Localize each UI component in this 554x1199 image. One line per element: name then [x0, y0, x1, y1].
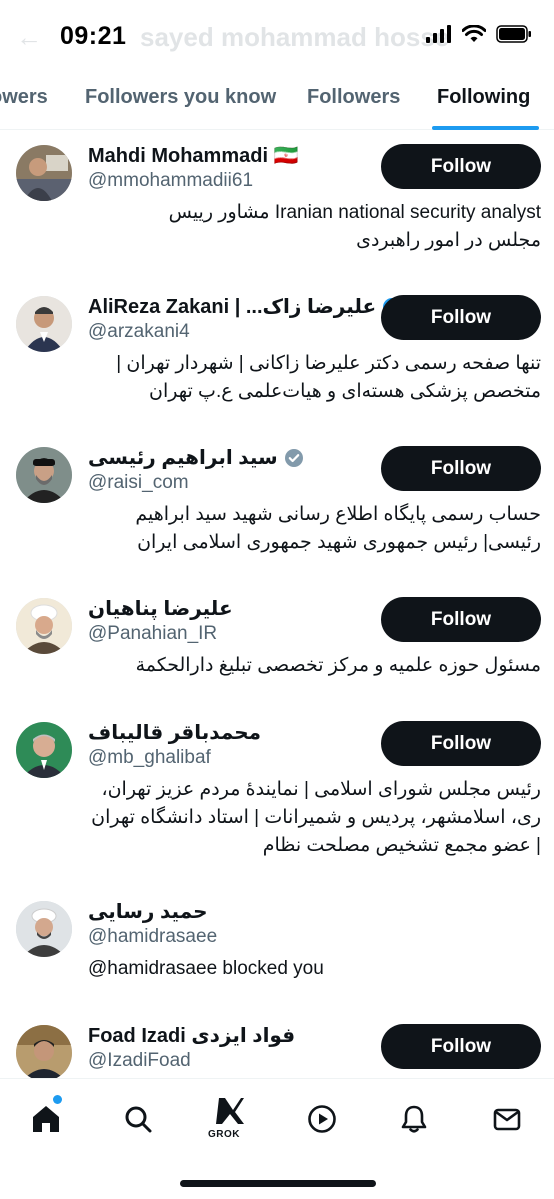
tab-followers-you-know[interactable]: Followers you know [85, 86, 276, 109]
nav-home[interactable] [26, 1099, 66, 1139]
bio-line: مجلس در امور راهبردی [356, 230, 541, 251]
avatar[interactable] [16, 598, 72, 654]
back-arrow-icon[interactable]: ← [16, 22, 42, 52]
follow-button[interactable]: Follow [381, 144, 541, 189]
notifications-icon [401, 1105, 427, 1133]
home-indicator[interactable] [180, 1180, 376, 1187]
display-name[interactable]: Mahdi Mohammadi 🇮🇷 [88, 143, 298, 168]
nav-search[interactable] [118, 1099, 158, 1139]
video-icon [308, 1105, 336, 1133]
bio: حساب رسمی پایگاه اطلاع رسانی شهید سید اب… [88, 501, 541, 557]
grok-icon [216, 1098, 244, 1124]
display-name-text: سید ابراهیم رئیسی [88, 447, 278, 469]
cellular-signal-icon [426, 25, 451, 43]
tab-verified-followers[interactable]: owers [0, 86, 48, 109]
active-tab-indicator [432, 126, 539, 130]
handle: @IzadiFoad [88, 1050, 191, 1071]
bio: مسئول حوزه علمیه و مرکز تخصصی تبلیغ دارا… [88, 652, 541, 680]
handle: @hamidrasaee [88, 926, 218, 947]
bio-line: رئیس مجلس شورای اسلامی | نمایندهٔ مردم ع… [101, 779, 541, 800]
handle: @arzakani4 [88, 321, 190, 342]
search-icon [125, 1106, 152, 1133]
tab-followers[interactable]: Followers [307, 86, 400, 109]
bio: رئیس مجلس شورای اسلامی | نمایندهٔ مردم ع… [88, 776, 541, 860]
handle: @mb_ghalibaf [88, 747, 211, 768]
grok-label: GROK [208, 1129, 240, 1140]
avatar[interactable] [16, 145, 72, 201]
home-notification-dot [53, 1095, 62, 1104]
wifi-icon [462, 25, 486, 42]
status-icons [426, 25, 532, 43]
avatar[interactable] [16, 1025, 72, 1081]
tab-following[interactable]: Following [437, 86, 530, 109]
bio-line: تنها صفحه رسمی دکتر علیرضا زاکانی | شهرد… [116, 353, 541, 374]
bio-line: مسئول حوزه علمیه و مرکز تخصصی تبلیغ دارا… [135, 655, 541, 676]
clock: 09:21 [60, 22, 127, 50]
avatar[interactable] [16, 901, 72, 957]
nav-video[interactable] [302, 1099, 342, 1139]
display-name[interactable]: محمدباقر قالیباف [88, 720, 261, 745]
handle: @mmohammadii61 [88, 170, 254, 191]
handle: @Panahian_IR [88, 623, 218, 644]
bio-line: | عضو مجمع تشخیص مصلحت نظام [262, 835, 541, 856]
verified-badge-icon [284, 448, 303, 467]
blocked-notice: @hamidrasaee blocked you [88, 955, 541, 983]
follow-button[interactable]: Follow [381, 1024, 541, 1069]
messages-icon [493, 1108, 521, 1131]
home-icon [33, 1106, 59, 1132]
bio-line: متخصص پزشکی هسته‌ای و هیات‌علمی ع.پ تهرا… [149, 381, 541, 402]
bio-line: حساب رسمی پایگاه اطلاع رسانی شهید سید اب… [135, 504, 541, 525]
display-name[interactable]: علیرضا پناهیان [88, 596, 233, 621]
nav-messages[interactable] [487, 1099, 527, 1139]
avatar[interactable] [16, 296, 72, 352]
avatar[interactable] [16, 722, 72, 778]
display-name[interactable]: سید ابراهیم رئیسی [88, 445, 304, 470]
display-name[interactable]: حمید رسایی [88, 899, 208, 924]
follow-button[interactable]: Follow [381, 446, 541, 491]
display-name-text: AliReza Zakani | ...علیرضا زاک [88, 296, 377, 318]
handle: @raisi_com [88, 472, 189, 493]
avatar[interactable] [16, 447, 72, 503]
battery-icon [496, 25, 531, 43]
bio: تنها صفحه رسمی دکتر علیرضا زاکانی | شهرد… [88, 350, 541, 406]
bio-line: رئیسی| رئیس جمهوری شهید جمهوری اسلامی ای… [137, 532, 541, 553]
follow-button[interactable]: Follow [381, 721, 541, 766]
nav-notifications[interactable] [394, 1099, 434, 1139]
display-name[interactable]: AliReza Zakani | ...علیرضا زاک [88, 294, 402, 319]
display-name[interactable]: Foad Izadi فواد ایزدی [88, 1023, 295, 1048]
status-bar: ← sayed mohammad hosse 09:21 [0, 0, 554, 70]
follow-button[interactable]: Follow [381, 597, 541, 642]
bio: Iranian national security analyst مشاور … [88, 199, 541, 255]
bio-line: @hamidrasaee blocked you [88, 958, 324, 979]
follow-button[interactable]: Follow [381, 295, 541, 340]
bio-line: ری، اسلامشهر، پردیس و شمیرانات | استاد د… [91, 807, 541, 828]
profile-tabs: owers Followers you know Followers Follo… [0, 70, 554, 130]
bio-line: Iranian national security analyst مشاور … [168, 202, 541, 223]
profile-name-faded: sayed mohammad hosse [140, 22, 450, 52]
nav-grok[interactable] [210, 1091, 250, 1131]
